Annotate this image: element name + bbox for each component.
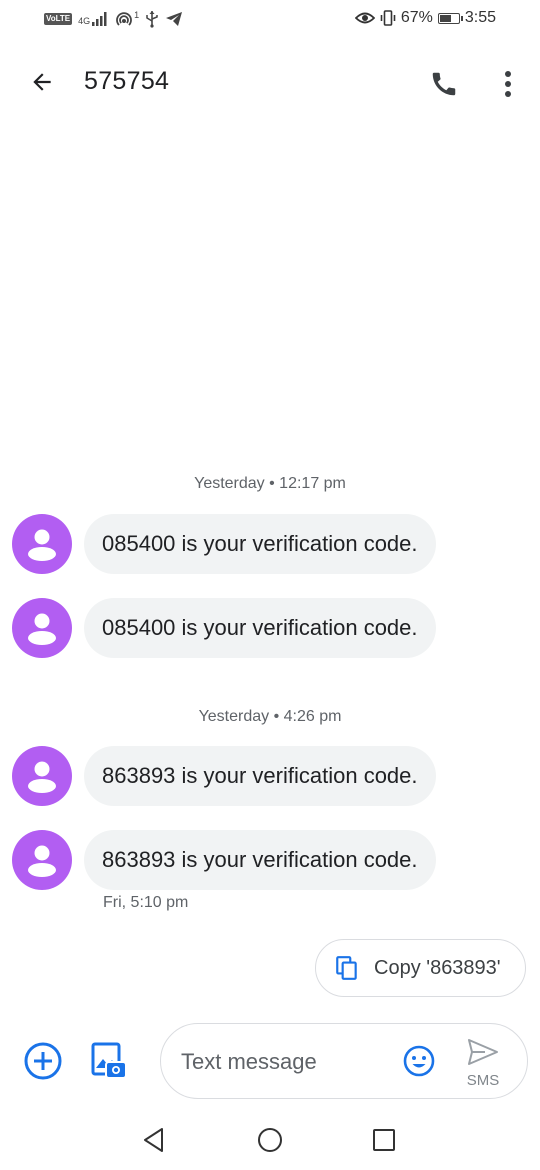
call-button[interactable] [422, 62, 466, 106]
avatar[interactable] [12, 598, 72, 658]
telegram-icon [166, 12, 183, 26]
message-row[interactable]: 863893 is your verification code. [12, 746, 436, 806]
more-options-button[interactable] [488, 62, 528, 106]
volte-badge: VoLTE [44, 13, 73, 25]
timestamp-divider: Yesterday • 4:26 pm [198, 708, 342, 725]
battery-percent: 67% [400, 9, 433, 26]
vibrate-icon [380, 10, 396, 26]
usb-icon [146, 11, 158, 28]
copy-code-label: Copy '863893' [374, 956, 501, 979]
message-bubble[interactable]: 085400 is your verification code. [84, 598, 436, 658]
compose-box: SMS [160, 1023, 528, 1099]
person-icon [28, 761, 56, 793]
eye-comfort-icon [354, 12, 375, 24]
person-icon [28, 845, 56, 877]
conversation-title: 575754 [84, 67, 170, 95]
back-button[interactable] [22, 62, 62, 102]
circle-home-icon [258, 1128, 282, 1152]
battery-icon [437, 12, 463, 24]
network-type: 4G [78, 16, 91, 26]
app-bar: 575754 [0, 40, 540, 124]
nav-home-button[interactable] [254, 1124, 286, 1156]
emoji-button[interactable] [402, 1044, 436, 1078]
message-bubble[interactable]: 863893 is your verification code. [84, 746, 436, 806]
gallery-button[interactable] [88, 1040, 130, 1082]
message-bubble[interactable]: 085400 is your verification code. [84, 514, 436, 574]
navigation-bar [0, 1112, 540, 1170]
avatar[interactable] [12, 830, 72, 890]
signal-icon [92, 12, 107, 26]
square-recents-icon [373, 1129, 395, 1151]
person-icon [28, 613, 56, 645]
hotspot-icon [116, 12, 132, 26]
send-type-label: SMS [466, 1072, 500, 1089]
send-button[interactable]: SMS [457, 1036, 509, 1089]
status-bar-right: 67% 3:55 [354, 9, 496, 27]
more-vert-icon [505, 71, 511, 97]
triangle-back-icon [144, 1128, 163, 1152]
copy-icon [336, 956, 357, 980]
phone-icon [432, 72, 456, 96]
person-icon [28, 529, 56, 561]
avatar[interactable] [12, 514, 72, 574]
message-row[interactable]: 863893 is your verification code. [12, 830, 436, 890]
nav-back-button[interactable] [138, 1124, 170, 1156]
signal-group: 4G [78, 12, 108, 26]
attach-button[interactable] [22, 1040, 64, 1082]
status-bar-left: VoLTE 4G 1 [44, 10, 183, 28]
add-circle-icon [24, 1042, 62, 1080]
timestamp-divider: Yesterday • 12:17 pm [194, 475, 346, 492]
send-icon [468, 1039, 498, 1065]
hotspot-count: 1 [134, 9, 140, 20]
gallery-camera-icon [91, 1042, 127, 1079]
clock: 3:55 [464, 9, 496, 26]
message-row[interactable]: 085400 is your verification code. [12, 514, 436, 574]
status-bar: VoLTE 4G 1 67% 3:55 [0, 0, 540, 40]
message-time: Fri, 5:10 pm [103, 894, 189, 911]
message-row[interactable]: 085400 is your verification code. [12, 598, 436, 658]
copy-code-chip[interactable]: Copy '863893' [315, 939, 526, 997]
arrow-back-icon [33, 73, 51, 91]
message-bubble[interactable]: 863893 is your verification code. [84, 830, 436, 890]
emoji-icon [403, 1045, 435, 1077]
nav-recents-button[interactable] [368, 1124, 400, 1156]
message-input[interactable] [181, 1044, 391, 1080]
avatar[interactable] [12, 746, 72, 806]
